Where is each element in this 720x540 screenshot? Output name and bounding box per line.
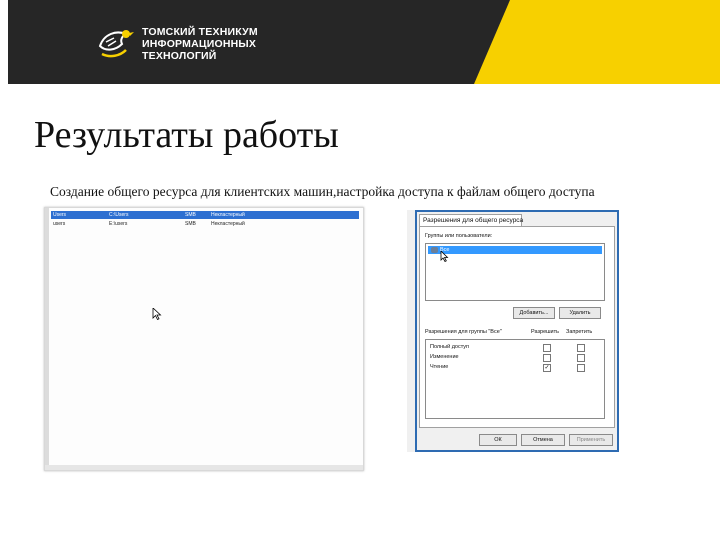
allow-checkbox[interactable] <box>543 354 551 362</box>
mouse-cursor-icon <box>152 308 162 320</box>
tab-panel: Группы или пользователи: Все Добавить...… <box>419 226 615 428</box>
share-type: Некластерный <box>211 212 245 218</box>
permission-name: Изменение <box>430 354 459 360</box>
permission-name: Чтение <box>430 364 449 370</box>
permission-name: Полный доступ <box>430 344 470 350</box>
deny-header: Запретить <box>566 329 593 335</box>
permission-row: Изменение <box>426 352 604 362</box>
apply-button[interactable]: Применить <box>569 434 613 446</box>
groups-list[interactable]: Все <box>425 243 605 301</box>
window-edge <box>407 210 415 452</box>
deny-checkbox[interactable] <box>577 364 585 372</box>
groups-label: Группы или пользователи: <box>425 233 493 239</box>
list-item[interactable]: Все <box>428 246 602 254</box>
deny-checkbox[interactable] <box>577 354 585 362</box>
share-row[interactable]: Users C:\Users SMB Некластерный <box>51 211 359 219</box>
org-name-line: ТОМСКИЙ ТЕХНИКУМ <box>142 26 258 38</box>
share-protocol: SMB <box>185 221 196 227</box>
status-bar <box>45 465 363 470</box>
remove-button[interactable]: Удалить <box>559 307 601 319</box>
share-path: C:\Users <box>109 212 129 218</box>
org-name-line: ИНФОРМАЦИОННЫХ <box>142 38 257 50</box>
share-permissions-dialog: Разрешения для общего ресурса Группы или… <box>407 210 619 452</box>
share-type: Некластерный <box>211 221 245 227</box>
share-name: Users <box>53 212 67 218</box>
header-diagonal <box>474 0 510 84</box>
dialog-body: Разрешения для общего ресурса Группы или… <box>417 212 617 450</box>
perm-header: Разрешения для группы "Все" <box>425 329 502 335</box>
deny-checkbox[interactable] <box>577 344 585 352</box>
slide-subtitle: Создание общего ресурса для клиентских м… <box>50 184 595 199</box>
group-icon <box>431 247 438 253</box>
cancel-button[interactable]: Отмена <box>521 434 565 446</box>
ok-button[interactable]: ОК <box>479 434 517 446</box>
mouse-cursor-icon <box>440 251 449 262</box>
share-protocol: SMB <box>185 212 196 218</box>
header-accent <box>474 0 720 84</box>
dialog-buttons: ОК Отмена Применить <box>417 430 617 448</box>
bird-logo-icon <box>98 30 134 58</box>
permission-row: Полный доступ <box>426 342 604 352</box>
allow-checkbox[interactable] <box>543 344 551 352</box>
share-name: users <box>53 221 66 227</box>
share-path: E:\users <box>109 221 128 227</box>
allow-checkbox[interactable]: ✓ <box>543 364 551 372</box>
slide-title: Результаты работы <box>34 114 339 156</box>
share-row[interactable]: users E:\users SMB Некластерный <box>51 220 359 228</box>
window-frame <box>45 208 49 470</box>
allow-header: Разрешить <box>531 329 559 335</box>
permissions-list: Полный доступ Изменение Чтение ✓ <box>425 339 605 419</box>
permission-row: Чтение ✓ <box>426 362 604 372</box>
add-button[interactable]: Добавить... <box>513 307 555 319</box>
org-name-line: ТЕХНОЛОГИЙ <box>142 50 217 62</box>
org-name: ТОМСКИЙ ТЕХНИКУМ ИНФОРМАЦИОННЫХ ТЕХНОЛОГ… <box>142 26 258 62</box>
share-list-screenshot: Users C:\Users SMB Некластерный users E:… <box>44 207 364 471</box>
